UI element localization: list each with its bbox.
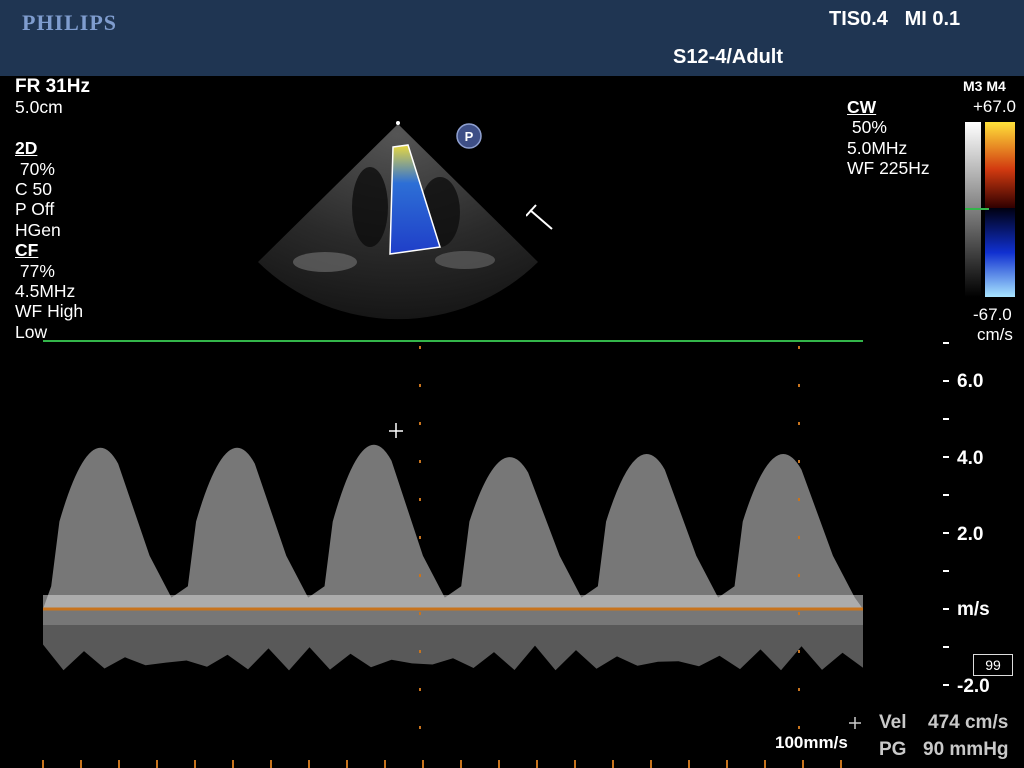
color-baseline-mark xyxy=(965,208,989,210)
tis-mi-readout: TIS0.4 MI 0.1 xyxy=(829,8,961,30)
scale-unit-label: m/s xyxy=(957,599,990,620)
color-map-label: M3 M4 xyxy=(963,78,1006,94)
time-marker-dot xyxy=(419,650,421,653)
reverse-flow-envelope xyxy=(43,609,863,671)
left-param-panel: FR 31Hz 5.0cm 2D 70% C 50 P Off HGen CF … xyxy=(15,76,90,342)
frame-counter-box: 99 xyxy=(973,654,1013,676)
caliper-crosshair-icon[interactable] xyxy=(389,423,403,438)
time-marker-dot xyxy=(419,422,421,425)
time-marker-dot xyxy=(798,498,800,501)
cw-title: CW xyxy=(847,97,877,117)
color-map-positive xyxy=(985,122,1015,208)
pg-label: PG xyxy=(879,739,907,760)
color-bar-bottom-value: -67.0 xyxy=(973,305,1012,324)
2d-gain: 70% xyxy=(15,158,55,179)
time-marker-dot xyxy=(419,346,421,349)
cf-gain: 77% xyxy=(15,260,55,281)
time-marker-dot xyxy=(419,536,421,539)
p-marker-icon[interactable]: P xyxy=(455,122,483,150)
time-marker-dot xyxy=(798,536,800,539)
cw-wall-filter: WF 225Hz xyxy=(847,158,930,179)
time-marker-dot xyxy=(419,460,421,463)
scale-label-2: 2.0 xyxy=(957,524,984,545)
scale-label-6: 6.0 xyxy=(957,371,984,392)
velocity-scale-ticks xyxy=(943,342,949,686)
time-marker-dot xyxy=(798,460,800,463)
time-marker-dot xyxy=(419,384,421,387)
2d-compression: C 50 xyxy=(15,178,52,199)
p-marker-label: P xyxy=(465,129,474,144)
philips-logo: PHILIPS xyxy=(22,10,118,35)
time-marker-dot xyxy=(798,346,800,349)
time-marker-dot xyxy=(798,650,800,653)
time-marker-dot xyxy=(798,726,800,729)
mode-cf-title: CF xyxy=(15,240,39,261)
time-marker-dot xyxy=(798,574,800,577)
time-marker-dot xyxy=(419,688,421,691)
color-bar-top-value: +67.0 xyxy=(973,97,1017,116)
cf-frequency: 4.5MHz xyxy=(15,280,76,301)
probe-preset[interactable]: S12-4/Adult xyxy=(673,46,783,69)
time-marker-dot xyxy=(798,688,800,691)
time-marker-dot xyxy=(798,422,800,425)
cw-frequency: 5.0MHz xyxy=(847,137,908,158)
scale-label-neg2: -2.0 xyxy=(957,676,990,697)
scale-label-4: 4.0 xyxy=(957,448,984,469)
2d-harmonics: HGen xyxy=(15,219,61,240)
right-param-panel: CW 50% 5.0MHz WF 225Hz xyxy=(847,97,930,179)
vel-label: Vel xyxy=(879,712,907,733)
time-marker-dot xyxy=(419,574,421,577)
time-marker-dot xyxy=(798,612,800,615)
mode-2d-title: 2D xyxy=(15,138,38,159)
spectrum-envelope xyxy=(43,444,863,671)
time-ticks xyxy=(42,346,842,768)
2d-persistence: P Off xyxy=(15,199,55,220)
doppler-spectrum-display[interactable] xyxy=(0,336,1024,768)
cw-gain: 50% xyxy=(847,117,887,138)
time-marker-dot xyxy=(419,726,421,729)
pg-value: 90 mmHg xyxy=(923,739,1009,760)
frame-rate: FR 31Hz xyxy=(15,76,90,97)
cf-wall-filter: WF High xyxy=(15,301,84,322)
color-velocity-bar: M3 M4 +67.0 -67.0 cm/s xyxy=(958,78,1024,346)
vel-value: 474 cm/s xyxy=(928,712,1009,733)
echo-sector-image[interactable] xyxy=(250,112,550,327)
cw-cursor-icon[interactable] xyxy=(526,200,556,232)
header-bar: PHILIPS TIS0.4 MI 0.1 S12-4/Adult xyxy=(0,0,1024,76)
forward-flow-envelope xyxy=(43,444,863,609)
color-map-negative xyxy=(985,208,1015,297)
time-marker-dot xyxy=(798,384,800,387)
sweep-speed: 100mm/s xyxy=(775,733,848,752)
depth-value: 5.0cm xyxy=(15,97,63,118)
measure-cursor-icon xyxy=(849,717,861,729)
time-marker-dot xyxy=(419,498,421,501)
time-marker-dot xyxy=(419,612,421,615)
